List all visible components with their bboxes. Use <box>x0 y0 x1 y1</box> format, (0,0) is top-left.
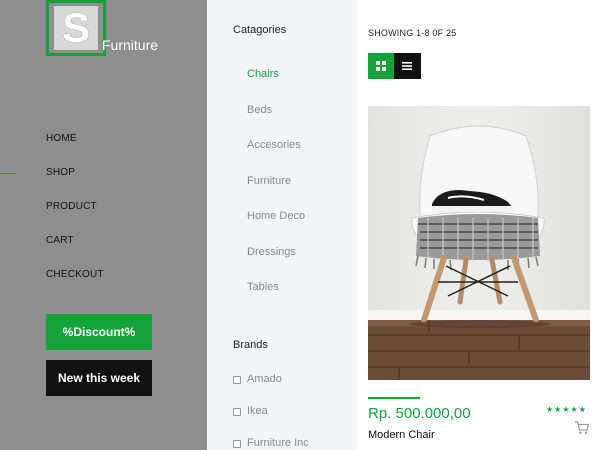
results-count: SHOWING 1-8 0F 25 <box>368 28 457 38</box>
brand-logo[interactable]: S Furniture <box>46 0 158 58</box>
grid-view-button[interactable] <box>368 53 394 79</box>
brand-filter-furniture-inc[interactable]: Furniture Inc <box>233 437 309 450</box>
filter-panel: Catagories Chairs Beds Accesories Furnit… <box>207 0 358 450</box>
brand-list: Amado Ikea Furniture Inc <box>233 373 309 450</box>
category-list: Chairs Beds Accesories Furniture Home De… <box>247 66 305 315</box>
logo-mark: S <box>46 0 106 56</box>
brand-label: Furniture Inc <box>247 437 309 449</box>
left-sidebar: S Furniture HOME SHOP PRODUCT CART CHECK… <box>0 0 207 450</box>
cart-icon <box>575 421 590 434</box>
brand-label: Ikea <box>247 405 268 417</box>
new-this-week-button[interactable]: New this week <box>46 360 152 396</box>
category-furniture[interactable]: Furniture <box>247 173 305 209</box>
product-price: Rp. 500.000,00 <box>368 405 471 422</box>
category-tables[interactable]: Tables <box>247 279 305 315</box>
brand-checkbox[interactable] <box>233 376 241 384</box>
category-accesories[interactable]: Accesories <box>247 137 305 173</box>
list-view-icon <box>402 62 412 70</box>
category-home-deco[interactable]: Home Deco <box>247 208 305 244</box>
product-name[interactable]: Modern Chair <box>368 429 435 441</box>
logo-letter: S <box>54 6 98 50</box>
discount-button[interactable]: %Discount% <box>46 314 152 350</box>
product-area: SHOWING 1-8 0F 25 Rp. 500.000,00 ★★★★★ M… <box>358 0 606 450</box>
nav-item-checkout[interactable]: CHECKOUT <box>0 266 207 300</box>
brands-title: Brands <box>233 339 268 351</box>
category-dressings[interactable]: Dressings <box>247 244 305 280</box>
product-image[interactable] <box>368 106 590 380</box>
category-beds[interactable]: Beds <box>247 102 305 138</box>
main-nav: HOME SHOP PRODUCT CART CHECKOUT <box>0 130 207 300</box>
nav-item-shop[interactable]: SHOP <box>0 164 207 198</box>
brand-filter-amado[interactable]: Amado <box>233 373 309 405</box>
rating-stars: ★★★★★ <box>546 405 587 414</box>
add-to-cart-button[interactable] <box>574 421 590 435</box>
grid-view-icon <box>376 61 386 71</box>
nav-item-home[interactable]: HOME <box>0 130 207 164</box>
nav-item-cart[interactable]: CART <box>0 232 207 266</box>
brand-checkbox[interactable] <box>233 408 241 416</box>
brand-label: Amado <box>247 373 282 385</box>
list-view-button[interactable] <box>394 53 421 79</box>
logo-text: Furniture <box>102 37 159 53</box>
category-chairs[interactable]: Chairs <box>247 66 305 102</box>
price-accent-line <box>368 397 420 399</box>
brand-filter-ikea[interactable]: Ikea <box>233 405 309 437</box>
categories-title: Catagories <box>233 24 287 36</box>
nav-item-product[interactable]: PRODUCT <box>0 198 207 232</box>
brand-checkbox[interactable] <box>233 440 241 448</box>
